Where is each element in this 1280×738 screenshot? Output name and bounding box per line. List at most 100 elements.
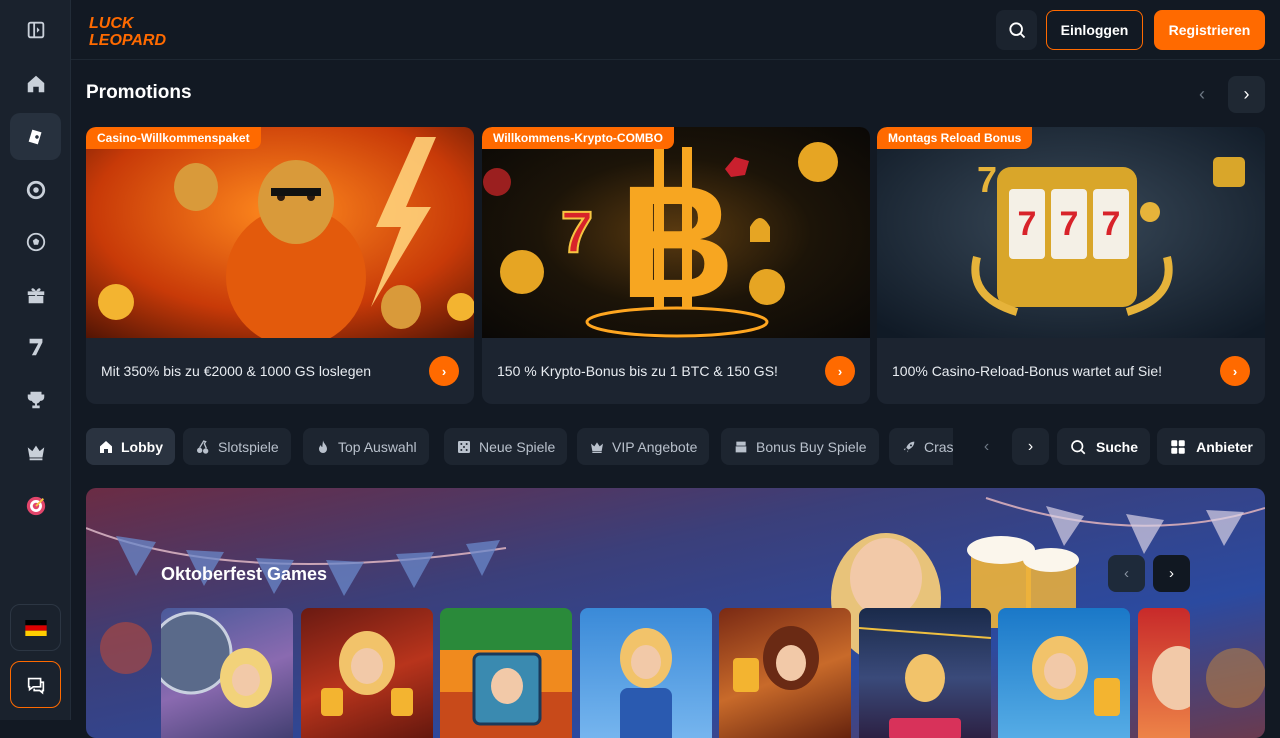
game-thumbnail xyxy=(733,626,819,692)
search-icon xyxy=(1008,22,1025,39)
slot-machine-icon xyxy=(735,441,747,452)
game-tile[interactable] xyxy=(719,608,851,738)
bitcoin-promo-image: B 7 xyxy=(482,127,870,338)
category-next-button[interactable]: › xyxy=(1012,428,1049,465)
chat-button[interactable] xyxy=(10,661,61,708)
svg-text:7: 7 xyxy=(1102,205,1121,243)
oktoberfest-next-button[interactable]: › xyxy=(1153,555,1190,592)
home-icon xyxy=(27,75,44,92)
game-thumbnail xyxy=(161,611,272,708)
sidebar-item-sports[interactable] xyxy=(10,218,61,265)
oktoberfest-section: Oktoberfest Games ‹ › xyxy=(86,488,1265,738)
sidebar-item-promotions[interactable] xyxy=(10,271,61,318)
game-tile[interactable] xyxy=(161,608,293,738)
category-top-picks[interactable]: Top Auswahl xyxy=(303,428,429,465)
chevron-right-icon: › xyxy=(441,363,447,379)
login-button[interactable]: Einloggen xyxy=(1046,10,1143,50)
roulette-icon xyxy=(26,180,45,199)
promo-tag: Willkommens-Krypto-COMBO xyxy=(482,127,674,149)
search-button[interactable] xyxy=(996,10,1037,50)
category-label: VIP Angebote xyxy=(612,438,698,455)
sidebar-item-vip[interactable] xyxy=(10,428,61,475)
promo-card-welcome[interactable]: Casino-Willkommenspaket Mit 350% bis zu … xyxy=(86,127,474,404)
sidebar xyxy=(0,0,71,720)
promo-card-crypto[interactable]: B 7 Willkommens-Krypto-COMBO 150 % Krypt… xyxy=(482,127,870,404)
trophy-icon xyxy=(27,391,44,408)
chevron-left-icon: ‹ xyxy=(1199,83,1205,104)
leopard-promo-image xyxy=(86,127,474,338)
language-selector[interactable] xyxy=(10,604,61,651)
svg-text:7: 7 xyxy=(1060,205,1079,243)
category-bonus-buy[interactable]: Bonus Buy Spiele xyxy=(721,428,879,465)
oktoberfest-prev-button[interactable]: ‹ xyxy=(1108,555,1145,592)
category-prev-button[interactable]: ‹ xyxy=(968,428,1005,465)
game-thumbnail xyxy=(472,652,542,726)
dice-icon xyxy=(458,440,470,453)
slot-machine-promo-image: 7 7 7 7 xyxy=(877,127,1265,338)
game-thumbnail xyxy=(859,627,991,738)
category-label: Lobby xyxy=(121,438,163,455)
sidebar-toggle-icon xyxy=(27,21,44,38)
grid-icon xyxy=(1171,439,1185,454)
target-icon xyxy=(26,496,45,515)
chat-icon xyxy=(27,677,44,695)
promo-description: Mit 350% bis zu €2000 & 1000 GS loslegen xyxy=(101,363,372,379)
promotions-title: Promotions xyxy=(86,82,192,103)
rocket-icon xyxy=(903,441,915,452)
category-label: Slotspiele xyxy=(218,438,279,455)
promo-arrow-button[interactable]: › xyxy=(1220,356,1250,386)
sidebar-item-slots[interactable] xyxy=(10,323,61,370)
chevron-left-icon: ‹ xyxy=(983,437,990,455)
chevron-right-icon: › xyxy=(1232,363,1238,379)
sidebar-item-live-casino[interactable] xyxy=(10,166,61,213)
game-tile[interactable] xyxy=(301,608,433,738)
svg-text:LEOPARD: LEOPARD xyxy=(89,32,166,49)
promo-tag: Montags Reload Bonus xyxy=(877,127,1033,149)
register-button[interactable]: Registrieren xyxy=(1154,10,1265,50)
brand-logo[interactable]: LUCK LEOPARD xyxy=(87,13,177,49)
category-slots[interactable]: Slotspiele xyxy=(183,428,291,465)
promotions-next-button[interactable]: › xyxy=(1228,76,1265,113)
category-vip-offers[interactable]: VIP Angebote xyxy=(577,428,710,465)
game-search-button[interactable]: Suche xyxy=(1057,428,1150,465)
category-new-games[interactable]: Neue Spiele xyxy=(444,428,568,465)
game-thumbnail xyxy=(620,628,672,738)
category-label: Top Auswahl xyxy=(338,438,417,455)
providers-label: Anbieter xyxy=(1196,438,1253,455)
category-label: Bonus Buy Spiele xyxy=(756,438,867,455)
promo-arrow-button[interactable]: › xyxy=(429,356,459,386)
sidebar-item-challenges[interactable] xyxy=(10,482,61,529)
category-crash[interactable]: Crash xyxy=(889,428,953,465)
game-thumbnail xyxy=(321,631,413,716)
sidebar-item-tournaments[interactable] xyxy=(10,376,61,423)
oktoberfest-title: Oktoberfest Games xyxy=(161,564,328,584)
chevron-right-icon: › xyxy=(1169,565,1174,582)
search-icon xyxy=(1071,439,1086,454)
chevron-right-icon: › xyxy=(837,363,843,379)
category-lobby[interactable]: Lobby xyxy=(86,428,175,465)
game-tile[interactable] xyxy=(1138,608,1190,738)
search-label: Suche xyxy=(1095,438,1138,455)
category-label: Crash xyxy=(924,438,953,455)
chevron-right-icon: › xyxy=(1243,84,1250,104)
sidebar-toggle-button[interactable] xyxy=(10,6,61,53)
game-tile[interactable] xyxy=(998,608,1130,738)
cherries-icon xyxy=(197,439,209,454)
sidebar-item-casino[interactable] xyxy=(10,113,61,160)
game-tile[interactable] xyxy=(580,608,712,738)
game-tile[interactable] xyxy=(859,608,991,738)
svg-text:7: 7 xyxy=(561,200,593,265)
game-tile[interactable] xyxy=(440,608,572,738)
promo-description: 150 % Krypto-Bonus bis zu 1 BTC & 150 GS… xyxy=(497,363,778,379)
promo-card-reload[interactable]: 7 7 7 7 Montags Reload Bonus 100% Casino… xyxy=(877,127,1265,404)
crown-icon xyxy=(591,441,603,453)
chevron-right-icon: › xyxy=(1027,437,1034,455)
promo-arrow-button[interactable]: › xyxy=(825,356,855,386)
sidebar-item-home[interactable] xyxy=(10,60,61,107)
promo-tag: Casino-Willkommenspaket xyxy=(86,127,261,149)
promotions-prev-button[interactable]: ‹ xyxy=(1184,76,1220,112)
category-bar: Lobby Slotspiele Top Auswahl Neue Spiele… xyxy=(86,428,953,465)
crown-icon xyxy=(27,445,44,460)
gift-icon xyxy=(27,287,44,303)
providers-button[interactable]: Anbieter xyxy=(1157,428,1265,465)
